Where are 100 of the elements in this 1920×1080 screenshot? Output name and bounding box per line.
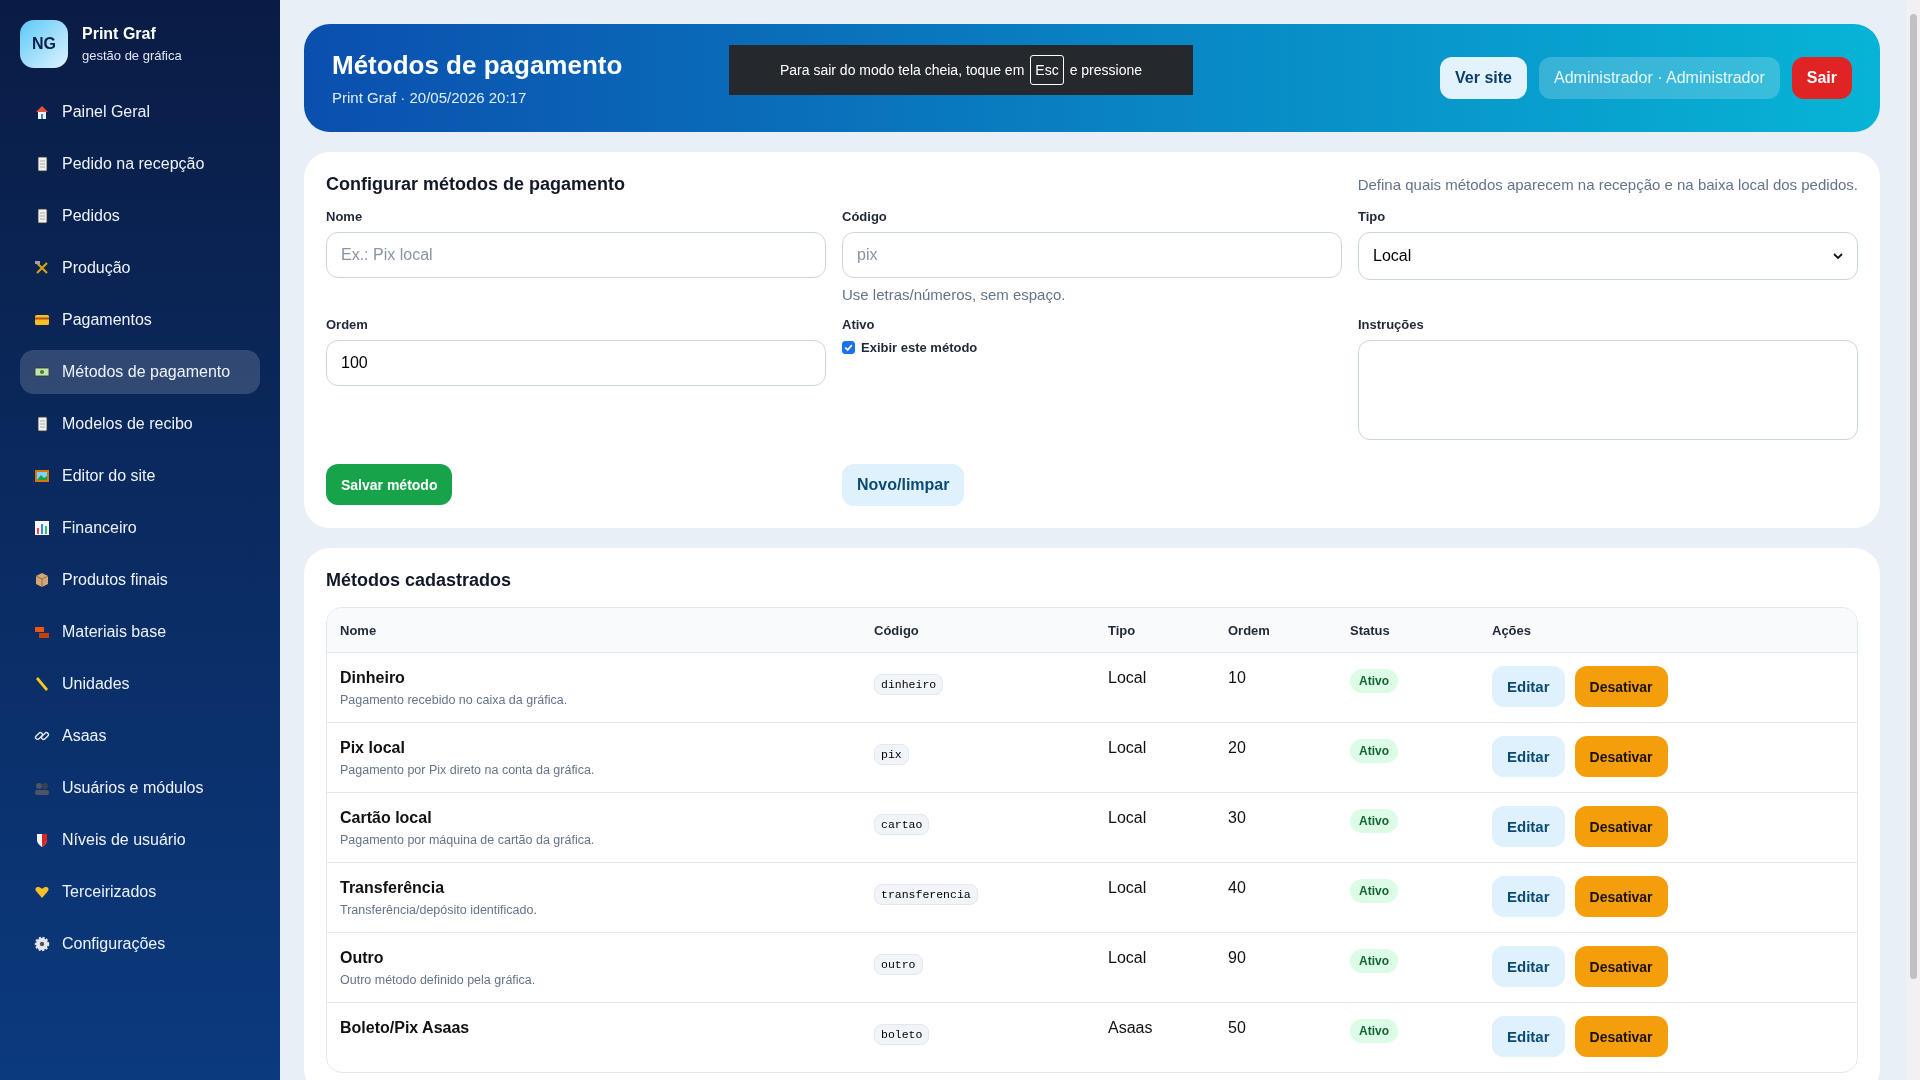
sidebar-item[interactable]: Pagamentos	[20, 298, 260, 342]
text-field[interactable]: pix	[842, 232, 1342, 278]
status-badge: Ativo	[1350, 1019, 1398, 1043]
sidebar-item[interactable]: Usuários e módulos	[20, 766, 260, 810]
row-action-button[interactable]: Editar	[1492, 1016, 1565, 1057]
row-action-button[interactable]: Desativar	[1574, 876, 1668, 917]
field-label: Instruções	[1358, 317, 1425, 332]
field-label: Tipo	[1358, 209, 1387, 224]
people-icon	[34, 780, 50, 796]
ruler-icon	[34, 676, 50, 692]
settings-icon	[34, 936, 50, 952]
text-field[interactable]: 100	[326, 340, 826, 386]
row-action-button[interactable]: Editar	[1492, 876, 1565, 917]
row-action-button[interactable]: Editar	[1492, 666, 1565, 707]
table-cell: 40	[1228, 879, 1246, 897]
sidebar-item[interactable]: Materiais base	[20, 610, 260, 654]
sidebar-item[interactable]: Produção	[20, 246, 260, 290]
sidebar-item[interactable]: Painel Geral	[20, 90, 260, 134]
column-header: Tipo	[1108, 622, 1136, 638]
scrollbar-thumb[interactable]	[1910, 14, 1917, 979]
key-cap: Esc	[1030, 55, 1064, 85]
method-name: Outro	[340, 949, 384, 967]
method-name: Dinheiro	[340, 669, 405, 687]
sidebar-item[interactable]: Pedidos	[20, 194, 260, 238]
sidebar-item[interactable]: Terceirizados	[20, 870, 260, 914]
checkbox-label: Exibir este método	[861, 340, 978, 355]
method-name: Transferência	[340, 879, 445, 897]
sidebar-item[interactable]: Configurações	[20, 922, 260, 966]
method-name: Boleto/Pix Asaas	[340, 1019, 470, 1037]
column-header: Ordem	[1228, 622, 1270, 638]
sidebar-item[interactable]: Níveis de usuário	[20, 818, 260, 862]
method-name: Cartão local	[340, 809, 432, 827]
sidebar-item[interactable]: Editor do site	[20, 454, 260, 498]
column-header: Ações	[1492, 622, 1532, 638]
header-button[interactable]: Sair	[1791, 57, 1852, 99]
page-title: Métodos de pagamento	[332, 50, 623, 81]
code-tag: pix	[874, 744, 909, 765]
table-cell: Local	[1108, 669, 1147, 687]
status-badge: Ativo	[1350, 669, 1398, 693]
card-icon	[34, 312, 50, 328]
notice-text: Para sair do modo tela cheia, toque em	[779, 62, 1025, 78]
code-tag: boleto	[874, 1024, 930, 1045]
row-action-button[interactable]: Desativar	[1574, 736, 1668, 777]
code-tag: dinheiro	[874, 674, 944, 695]
house-icon	[34, 104, 50, 120]
sidebar-item[interactable]: Financeiro	[20, 506, 260, 550]
picture-frame-icon	[34, 468, 50, 484]
bar-chart-icon	[34, 520, 50, 536]
row-action-button[interactable]: Desativar	[1574, 1016, 1668, 1057]
code-tag: transferencia	[874, 884, 978, 905]
field-label: Nome	[326, 209, 364, 224]
status-badge: Ativo	[1350, 809, 1398, 833]
form-button[interactable]: Novo/limpar	[842, 464, 965, 506]
section-title: Configurar métodos de pagamento	[326, 174, 626, 195]
notice-text: e pressione	[1069, 62, 1143, 78]
tools-icon	[34, 260, 50, 276]
row-action-button[interactable]: Editar	[1492, 946, 1565, 987]
scrollbar[interactable]	[1906, 0, 1920, 1080]
chevron-icon	[1833, 253, 1843, 259]
table-cell: Local	[1108, 739, 1147, 757]
table-cell: 20	[1228, 739, 1246, 757]
status-badge: Ativo	[1350, 879, 1398, 903]
field-help: Use letras/números, sem espaço.	[842, 286, 1067, 303]
dropdown[interactable]: Local	[1358, 232, 1858, 280]
scroll-icon	[34, 416, 50, 432]
row-action-button[interactable]: Desativar	[1574, 946, 1668, 987]
code-tag: cartao	[874, 814, 930, 835]
column-header: Código	[874, 622, 919, 638]
text-area[interactable]	[1358, 340, 1858, 440]
sidebar-item[interactable]: Modelos de recibo	[20, 402, 260, 446]
column-header: Status	[1350, 622, 1390, 638]
sidebar-item[interactable]: Produtos finais	[20, 558, 260, 602]
column-header: Nome	[340, 622, 377, 638]
table-cell: 90	[1228, 949, 1246, 967]
row-action-button[interactable]: Desativar	[1574, 666, 1668, 707]
sidebar-item[interactable]: Unidades	[20, 662, 260, 706]
row-action-button[interactable]: Editar	[1492, 806, 1565, 847]
table-cell: 50	[1228, 1019, 1246, 1037]
text-field[interactable]: Ex.: Pix local	[326, 232, 826, 278]
table-cell: 30	[1228, 809, 1246, 827]
banknote-icon	[34, 364, 50, 380]
page-subtitle: Print Graf · 20/05/2026 20:17	[332, 89, 528, 106]
table-cell: Local	[1108, 949, 1147, 967]
method-description: Pagamento recebido no caixa da gráfica.	[340, 693, 568, 707]
sidebar-item[interactable]: Pedido na recepção	[20, 142, 260, 186]
method-description: Pagamento por máquina de cartão da gráfica.	[340, 833, 595, 847]
box-icon	[34, 572, 50, 588]
scroll-icon	[34, 208, 50, 224]
method-name: Pix local	[340, 739, 405, 757]
status-badge: Ativo	[1350, 949, 1398, 973]
brand-name: Print Graf	[82, 25, 157, 43]
row-action-button[interactable]: Desativar	[1574, 806, 1668, 847]
sidebar-item[interactable]: Asaas	[20, 714, 260, 758]
field-label: Ordem	[326, 317, 369, 332]
brand-tagline: gestão de gráfica	[82, 48, 182, 63]
status-badge: Ativo	[1350, 739, 1398, 763]
row-action-button[interactable]: Editar	[1492, 736, 1565, 777]
checkbox[interactable]	[842, 341, 855, 354]
header-button[interactable]: Ver site	[1440, 57, 1527, 99]
sidebar-item[interactable]: Métodos de pagamento	[20, 350, 260, 394]
